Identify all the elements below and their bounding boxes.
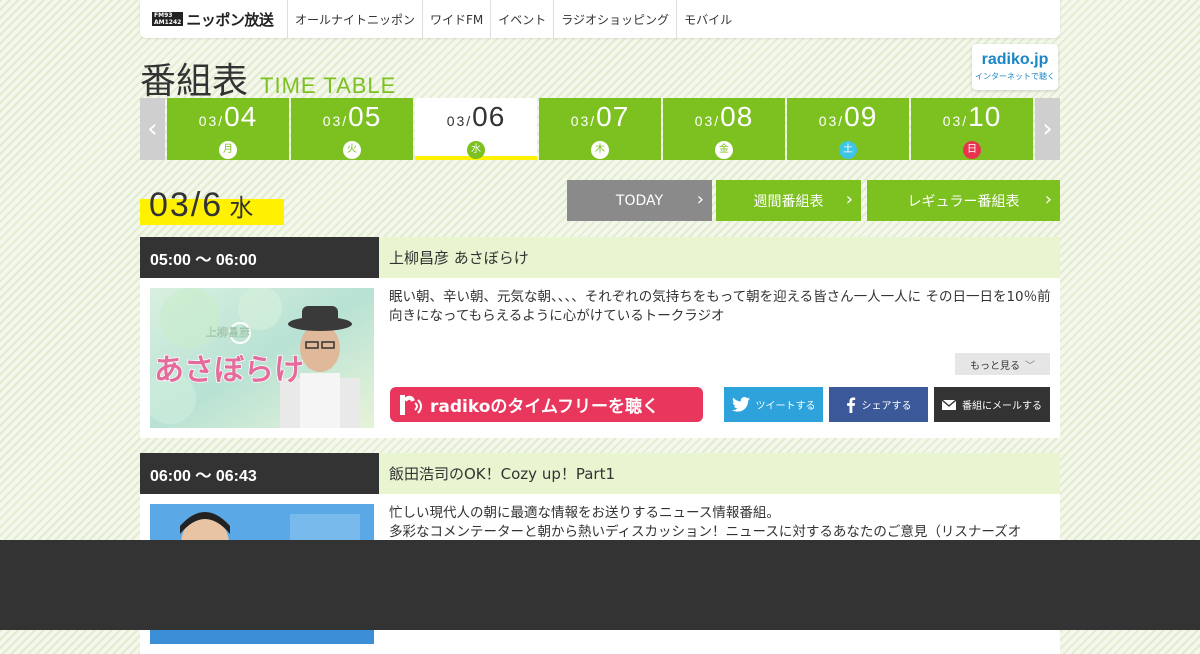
- program-thumbnail[interactable]: 上柳昌彦 あさぼらけ: [150, 288, 374, 428]
- chevron-right-icon: ›: [1044, 189, 1052, 210]
- radiko-logo-text: radiko.jp: [981, 51, 1049, 68]
- weekday-badge: 火: [343, 141, 361, 159]
- radiko-logo-subtext: インターネットで聴く: [975, 72, 1055, 81]
- date-tab-0307[interactable]: 03/07 木: [539, 98, 661, 160]
- footer-overlay: [0, 540, 1200, 630]
- date-day: 09: [844, 101, 878, 132]
- nav-link-allnightnippon[interactable]: オールナイトニッポン: [288, 0, 424, 38]
- nav-link-event[interactable]: イベント: [491, 0, 555, 38]
- radiko-icon: [398, 392, 424, 418]
- date-selector: ‹ 03/04 月 03/05 火 03/06 水 03/07 木 03/08 …: [140, 98, 1060, 160]
- facebook-icon: [846, 396, 856, 413]
- nav-link-radio-shopping[interactable]: ラジオショッピング: [554, 0, 678, 38]
- weekday-badge: 水: [467, 141, 485, 159]
- date-tab-0308[interactable]: 03/08 金: [663, 98, 785, 160]
- top-nav: FM93 AM1242 ニッポン放送 オールナイトニッポン ワイドFM イベント…: [140, 0, 1060, 38]
- date-month: 03/: [446, 113, 473, 129]
- mail-label: 番組にメールする: [962, 401, 1042, 412]
- radiko-timefree-button[interactable]: radikoのタイムフリーを聴く: [390, 387, 703, 422]
- weekly-schedule-button[interactable]: 週間番組表 ›: [716, 180, 861, 221]
- date-month: 03/: [694, 113, 721, 129]
- prev-week-arrow[interactable]: ‹: [140, 98, 165, 160]
- chevron-right-icon: ›: [696, 189, 704, 210]
- share-label: シェアする: [861, 401, 912, 412]
- page-title-en: TIME TABLE: [260, 73, 397, 98]
- date-month: 03/: [942, 113, 969, 129]
- program-title[interactable]: 飯田浩司のOK！Cozy up！Part1: [379, 453, 1060, 494]
- current-date: 03/6: [149, 186, 224, 224]
- page-title: 番組表 TIME TABLE: [140, 52, 396, 104]
- logo-text: ニッポン放送: [186, 10, 274, 29]
- date-tab-0309[interactable]: 03/09 土: [787, 98, 909, 160]
- program-description: 眠い朝、辛い朝、元気な朝、、、、それぞれの気持ちをもって朝を迎える皆さん一人一人…: [389, 289, 1051, 324]
- date-day: 04: [224, 101, 258, 132]
- weekday-badge: 木: [591, 141, 609, 159]
- date-tab-0306[interactable]: 03/06 水: [415, 98, 537, 160]
- program-time: 05:00 ～ 06:00: [140, 237, 379, 278]
- nav-link-widefm[interactable]: ワイドFM: [423, 0, 492, 38]
- tweet-button[interactable]: ツイートする: [724, 387, 823, 422]
- weekly-schedule-label: 週間番組表: [753, 193, 824, 210]
- radiko-logo-link[interactable]: radiko.jp インターネットで聴く: [972, 44, 1058, 90]
- today-button[interactable]: TODAY ›: [567, 180, 712, 221]
- program-time: 06:00 ～ 06:43: [140, 453, 379, 494]
- mail-icon: [942, 399, 956, 410]
- page-title-ja: 番組表: [140, 61, 249, 102]
- date-tab-0305[interactable]: 03/05 火: [291, 98, 413, 160]
- date-day: 06: [472, 101, 506, 132]
- regular-schedule-label: レギュラー番組表: [907, 193, 1020, 210]
- date-day: 07: [596, 101, 630, 132]
- logo-badge-am: AM1242: [154, 19, 182, 26]
- show-more-label: もっと見る: [970, 360, 1020, 372]
- program-item: 05:00 ～ 06:00 上柳昌彦 あさぼらけ 上柳昌彦 あさぼらけ 眠い朝、…: [140, 237, 1060, 438]
- date-day: 05: [348, 101, 382, 132]
- regular-schedule-button[interactable]: レギュラー番組表 ›: [867, 180, 1060, 221]
- weekday-badge: 月: [219, 141, 237, 159]
- thumb-title-text: あさぼらけ: [154, 353, 304, 388]
- logo-badge: FM93 AM1242: [152, 12, 184, 26]
- date-month: 03/: [198, 113, 225, 129]
- program-description: 忙しい現代人の朝に最適な情報をお送りするニュース情報番組。 多彩なコメンテーター…: [389, 504, 1051, 542]
- show-more-button[interactable]: もっと見る ﹀: [955, 353, 1050, 375]
- description-line-1: 忙しい現代人の朝に最適な情報をお送りするニュース情報番組。: [389, 505, 780, 521]
- chevron-right-icon: ›: [1042, 114, 1053, 144]
- current-weekday: 水: [229, 194, 256, 222]
- radiko-timefree-label: radikoのタイムフリーを聴く: [430, 397, 660, 417]
- station-logo[interactable]: FM93 AM1242 ニッポン放送: [140, 0, 288, 38]
- date-month: 03/: [570, 113, 597, 129]
- date-tab-0304[interactable]: 03/04 月: [167, 98, 289, 160]
- tweet-label: ツイートする: [755, 401, 816, 412]
- facebook-share-button[interactable]: シェアする: [829, 387, 928, 422]
- date-day: 10: [968, 101, 1002, 132]
- nav-link-mobile[interactable]: モバイル: [677, 0, 739, 38]
- program-title[interactable]: 上柳昌彦 あさぼらけ: [379, 237, 1060, 278]
- date-day: 08: [720, 101, 754, 132]
- date-month: 03/: [818, 113, 845, 129]
- chevron-right-icon: ›: [845, 189, 853, 210]
- thumb-small-text: 上柳昌彦: [206, 325, 250, 339]
- chevron-left-icon: ‹: [147, 114, 158, 144]
- next-week-arrow[interactable]: ›: [1035, 98, 1060, 160]
- current-date-heading: 03/6 水: [140, 186, 284, 225]
- weekday-badge: 土: [839, 141, 857, 159]
- program-thumbnail-image: 上柳昌彦 あさぼらけ: [150, 288, 374, 428]
- date-tab-0310[interactable]: 03/10 日: [911, 98, 1033, 160]
- chevron-down-icon: ﹀: [1025, 360, 1035, 372]
- weekday-badge: 日: [963, 141, 981, 159]
- twitter-icon: [731, 397, 750, 412]
- weekday-badge: 金: [715, 141, 733, 159]
- date-month: 03/: [322, 113, 349, 129]
- today-button-label: TODAY: [615, 192, 664, 209]
- mail-program-button[interactable]: 番組にメールする: [934, 387, 1050, 422]
- logo-badge-fm: FM93: [154, 12, 173, 19]
